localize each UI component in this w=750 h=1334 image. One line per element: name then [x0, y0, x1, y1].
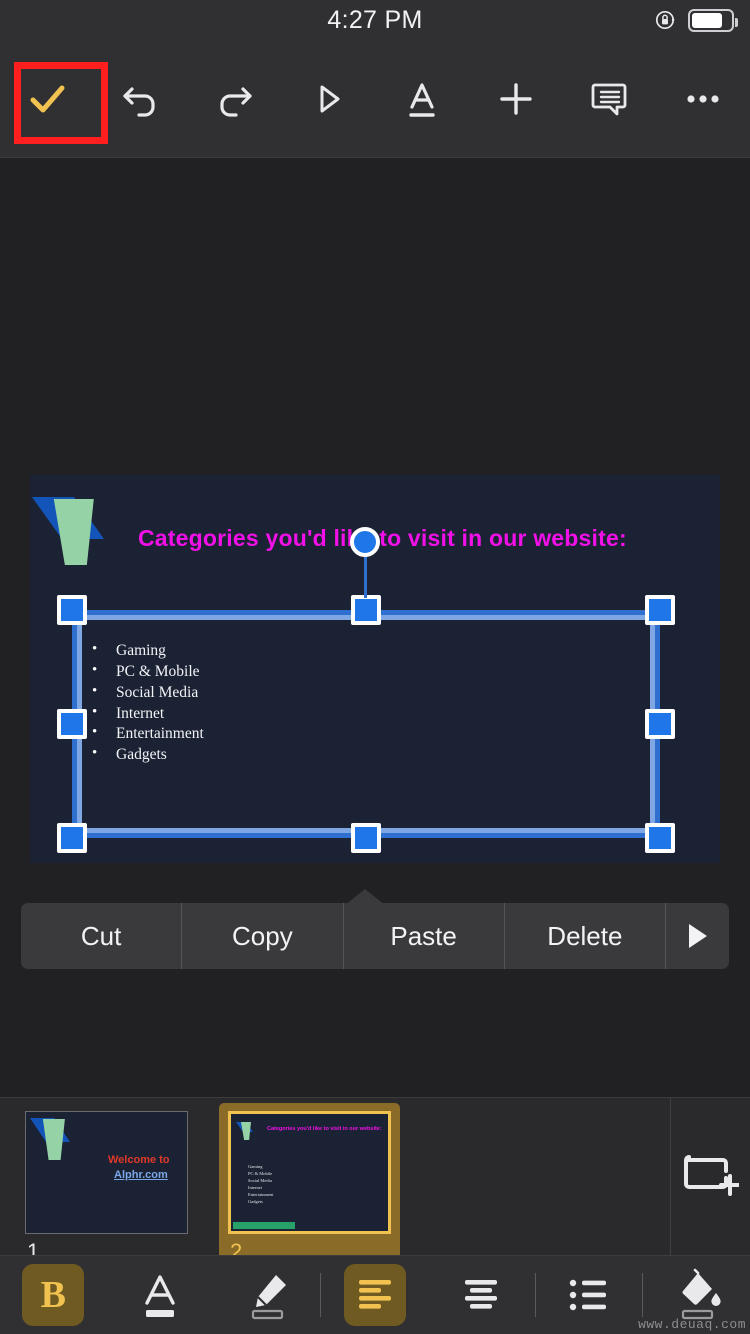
thumbnail-decoration-shape	[236, 1122, 253, 1140]
thumbnail-2-selection-bar	[233, 1222, 295, 1229]
slide-thumbnail-1[interactable]: Welcome to Alphr.com 1	[16, 1103, 197, 1271]
list-item: Gaming	[248, 1164, 263, 1169]
insert-button[interactable]	[469, 40, 563, 157]
rotation-handle[interactable]	[350, 527, 380, 557]
redo-icon	[220, 86, 252, 117]
slide-thumbnail-strip[interactable]: Welcome to Alphr.com 1 Categories you'd …	[0, 1097, 750, 1271]
status-bar-clock: 4:27 PM	[327, 5, 423, 34]
bold-active-chip: B	[22, 1264, 85, 1326]
status-bar: 4:27 PM	[0, 0, 750, 40]
status-bar-indicators	[654, 0, 738, 40]
align-center-button[interactable]	[428, 1256, 535, 1334]
align-center-icon	[465, 1280, 498, 1309]
slide-thumbnail-1-preview: Welcome to Alphr.com	[25, 1111, 188, 1234]
resize-handle-bottom-left[interactable]	[57, 823, 87, 853]
slide-decoration-shape	[32, 497, 104, 565]
slide-canvas-area[interactable]: Categories you'd like to visit in our we…	[0, 158, 750, 1095]
top-toolbar	[0, 40, 750, 158]
thumbnail-decoration-shape	[30, 1118, 70, 1160]
resize-handle-top-left[interactable]	[57, 595, 87, 625]
undo-button[interactable]	[94, 40, 188, 157]
resize-handle-top-center[interactable]	[351, 595, 381, 625]
format-text-button[interactable]	[375, 40, 469, 157]
ellipsis-icon	[687, 94, 719, 103]
comment-button[interactable]	[563, 40, 657, 157]
slide-thumbnail-2-preview: Categories you'd like to visit in our we…	[228, 1111, 391, 1234]
paint-bucket-icon	[681, 1268, 721, 1320]
present-button[interactable]	[281, 40, 375, 157]
resize-handle-bottom-right[interactable]	[645, 823, 675, 853]
text-format-toolbar: B www.deuaq.com	[0, 1255, 750, 1334]
context-menu-item-delete[interactable]: Delete	[505, 903, 666, 969]
list-item: Entertainment	[248, 1191, 274, 1197]
bold-button[interactable]: B	[0, 1256, 107, 1334]
bullet-list-button[interactable]	[536, 1256, 643, 1334]
list-item: Social Media	[248, 1177, 272, 1183]
thumbnail-1-line2: Alphr.com	[114, 1169, 168, 1181]
font-color-a-icon	[145, 1275, 175, 1317]
selection-bounding-box[interactable]	[57, 527, 675, 853]
bold-icon: B	[40, 1274, 67, 1316]
list-item: Internet	[248, 1184, 262, 1190]
plus-icon	[499, 82, 532, 115]
done-checkmark-button[interactable]	[0, 40, 94, 157]
context-menu-item-copy[interactable]: Copy	[182, 903, 344, 969]
comment-icon	[591, 83, 627, 115]
thumbnail-1-line1: Welcome to	[108, 1154, 170, 1166]
resize-handle-top-right[interactable]	[645, 595, 675, 625]
align-left-active-chip	[343, 1264, 406, 1326]
align-left-icon	[358, 1280, 391, 1309]
battery-icon	[688, 8, 738, 32]
add-slide-button[interactable]	[670, 1098, 750, 1255]
slide-title-text[interactable]: Categories you'd like to visit in our we…	[138, 525, 698, 552]
resize-handle-middle-left[interactable]	[57, 709, 87, 739]
presentation-editor-screen: 4:27 PM Categories you'd like to visit i…	[0, 0, 750, 1334]
resize-handle-middle-right[interactable]	[645, 709, 675, 739]
play-icon	[320, 85, 340, 112]
list-item: PC & Mobile	[248, 1170, 273, 1176]
context-menu-item-cut[interactable]: Cut	[21, 903, 183, 969]
checkmark-icon	[30, 85, 65, 112]
context-menu-item-paste[interactable]: Paste	[344, 903, 505, 969]
font-color-button[interactable]	[107, 1256, 214, 1334]
slide-thumbnail-2[interactable]: Categories you'd like to visit in our we…	[219, 1103, 400, 1271]
context-menu-more-button[interactable]	[666, 903, 729, 969]
caret-right-icon	[688, 924, 707, 948]
thumbnail-2-title: Categories you'd like to visit in our we…	[267, 1126, 382, 1132]
watermark-text: www.deuaq.com	[638, 1317, 746, 1332]
add-slide-icon	[683, 1154, 739, 1196]
highlighter-button[interactable]	[213, 1256, 320, 1334]
list-item: Gadgets	[248, 1198, 263, 1204]
context-menu[interactable]: Cut Copy Paste Delete	[21, 889, 729, 969]
align-left-button[interactable]	[321, 1256, 428, 1334]
undo-icon	[123, 86, 155, 117]
redo-button[interactable]	[188, 40, 282, 157]
format-text-a-icon	[409, 82, 435, 117]
rotation-lock-icon	[654, 8, 678, 32]
resize-handle-bottom-center[interactable]	[351, 823, 381, 853]
more-options-button[interactable]	[656, 40, 750, 157]
bullet-list-icon	[569, 1279, 606, 1311]
highlighter-icon	[251, 1275, 286, 1320]
thumbnail-2-bullets: Gaming PC & Mobile Social Media Internet…	[248, 1164, 274, 1206]
